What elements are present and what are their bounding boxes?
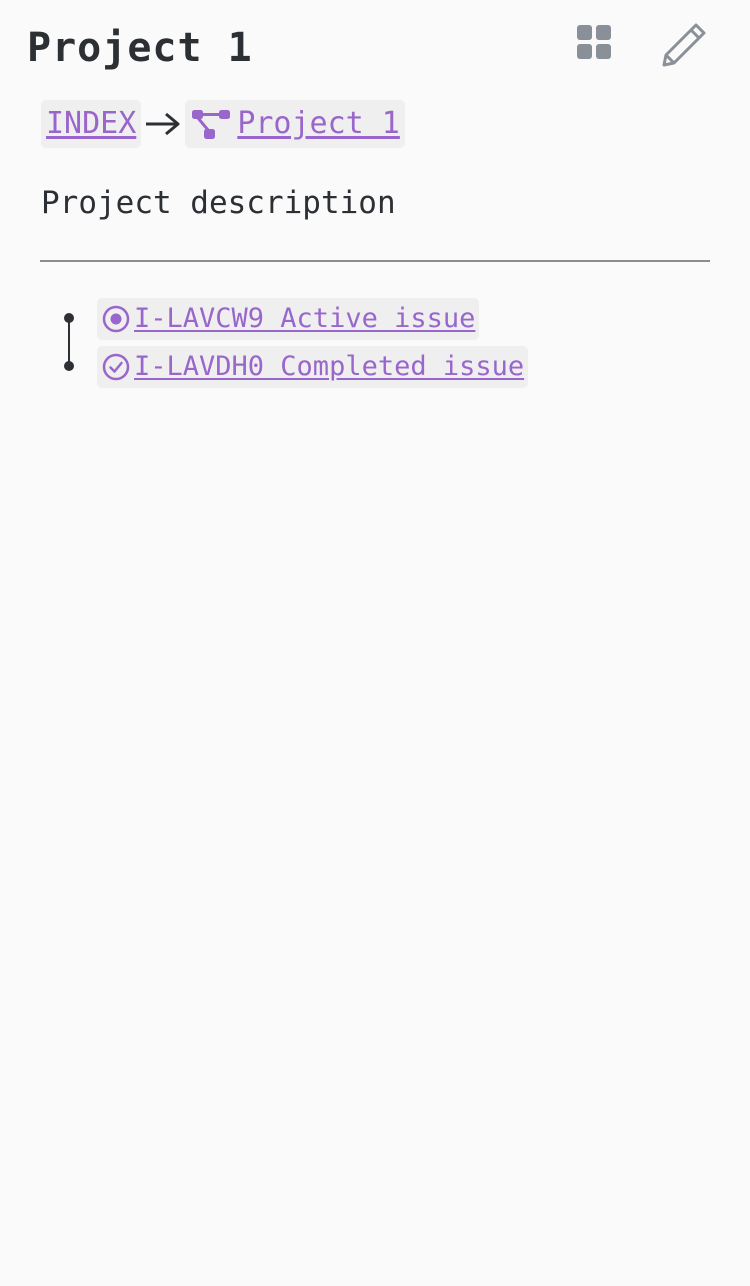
list-bullet: [64, 361, 74, 371]
edit-button[interactable]: [659, 20, 709, 70]
page-title: Project 1: [27, 25, 253, 71]
project-description: Project description: [41, 185, 396, 221]
breadcrumb: INDEX Project 1: [41, 100, 405, 148]
divider: [40, 260, 710, 262]
breadcrumb-separator: [141, 111, 185, 137]
breadcrumb-index-link[interactable]: INDEX: [46, 100, 136, 148]
breadcrumb-item-index[interactable]: INDEX: [41, 100, 142, 148]
active-issue-icon: [101, 304, 131, 334]
issue-link[interactable]: I-LAVDH0 Completed issue: [134, 346, 524, 388]
issue-item-active[interactable]: I-LAVCW9 Active issue: [97, 298, 480, 340]
breadcrumb-item-project[interactable]: Project 1: [185, 100, 405, 148]
arrow-right-icon: [146, 112, 180, 136]
issue-item-completed[interactable]: I-LAVDH0 Completed issue: [97, 346, 529, 388]
tree-connector-line: [68, 318, 70, 366]
pencil-icon: [662, 23, 706, 67]
issue-link[interactable]: I-LAVCW9 Active issue: [134, 298, 475, 340]
page-header: Project 1: [0, 0, 750, 100]
list-bullet: [64, 313, 74, 323]
project-tree-icon: [190, 106, 232, 142]
completed-issue-icon: [101, 352, 131, 382]
grid-icon: [577, 25, 611, 59]
breadcrumb-project-link[interactable]: Project 1: [237, 100, 400, 148]
grid-view-button[interactable]: [572, 20, 616, 64]
